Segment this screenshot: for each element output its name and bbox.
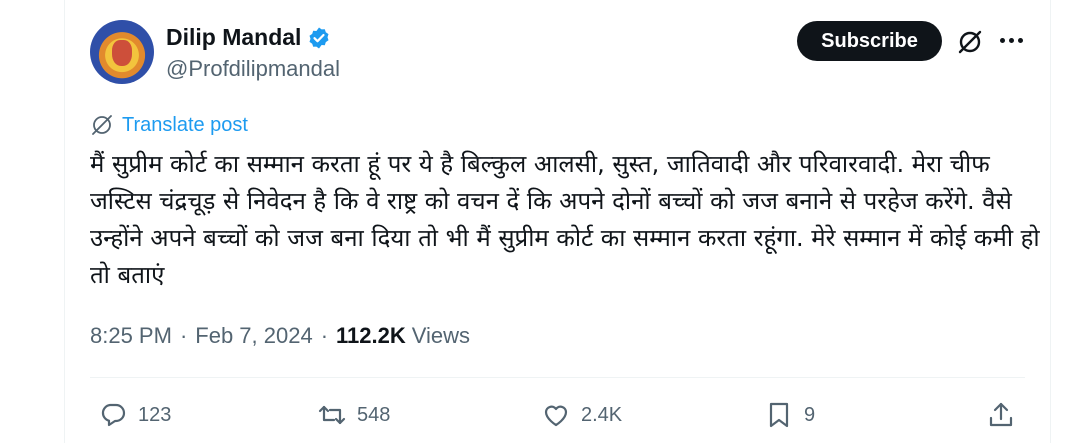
divider bbox=[90, 377, 1025, 378]
like-button[interactable]: 2.4K bbox=[541, 400, 622, 430]
author-name-row: Dilip Mandal bbox=[166, 24, 331, 51]
translate-post-label[interactable]: Translate post bbox=[122, 114, 248, 137]
post-meta: 8:25 PM · Feb 7, 2024 · 112.2K Views bbox=[90, 323, 470, 349]
translate-globe-icon bbox=[92, 115, 112, 135]
reply-count: 123 bbox=[138, 403, 172, 426]
verified-badge-icon bbox=[309, 27, 329, 48]
reply-button[interactable]: 123 bbox=[98, 400, 171, 430]
meta-separator: · bbox=[320, 323, 329, 348]
share-button[interactable] bbox=[986, 400, 1016, 430]
post-date[interactable]: Feb 7, 2024 bbox=[195, 323, 312, 349]
post-time[interactable]: 8:25 PM bbox=[90, 323, 172, 349]
grok-icon[interactable] bbox=[956, 28, 984, 56]
bookmark-count: 9 bbox=[804, 403, 816, 426]
more-options-icon[interactable] bbox=[1000, 38, 1023, 43]
like-count: 2.4K bbox=[581, 403, 623, 426]
translate-post-link[interactable]: Translate post bbox=[90, 113, 248, 137]
heart-icon bbox=[544, 405, 568, 427]
subscribe-button[interactable]: Subscribe bbox=[797, 21, 942, 61]
avatar-image bbox=[112, 40, 132, 66]
views-label: Views bbox=[411, 323, 471, 348]
share-icon bbox=[989, 402, 1013, 427]
meta-separator: · bbox=[179, 323, 188, 348]
repost-icon bbox=[318, 405, 346, 425]
left-border bbox=[64, 0, 65, 443]
author-handle[interactable]: @Profdilipmandal bbox=[166, 56, 340, 82]
post-text: मैं सुप्रीम कोर्ट का सम्मान करता हूं पर … bbox=[90, 150, 1040, 289]
bookmark-icon bbox=[769, 402, 789, 428]
reply-icon bbox=[101, 403, 126, 427]
repost-count: 548 bbox=[357, 403, 391, 426]
author-name[interactable]: Dilip Mandal bbox=[166, 24, 301, 51]
bookmark-button[interactable]: 9 bbox=[764, 400, 815, 430]
repost-button[interactable]: 548 bbox=[317, 400, 390, 430]
right-border bbox=[1050, 0, 1051, 443]
views-count[interactable]: 112.2K bbox=[336, 323, 406, 349]
avatar[interactable] bbox=[90, 20, 154, 84]
